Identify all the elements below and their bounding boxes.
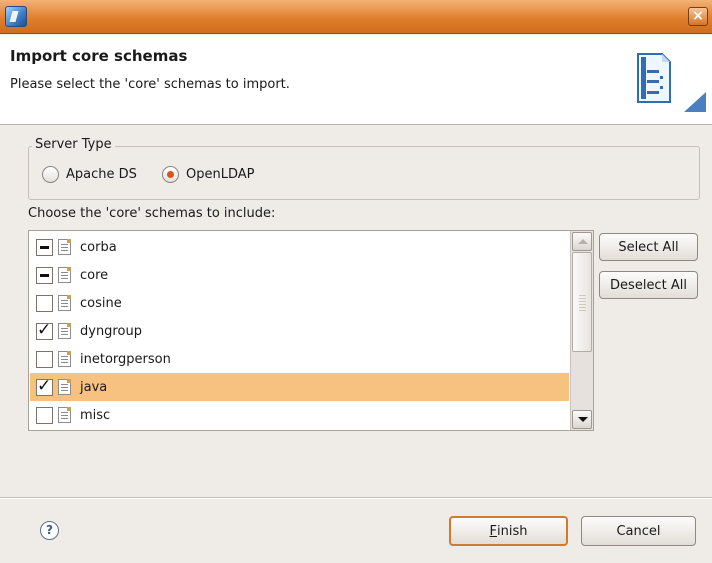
schema-file-icon	[58, 239, 71, 255]
radio-label: Apache DS	[66, 167, 137, 182]
checkbox[interactable]	[36, 294, 53, 312]
schema-name: java	[80, 379, 108, 395]
list-scrollbar[interactable]	[570, 231, 593, 430]
page-title: Import core schemas	[10, 47, 188, 65]
radio-openldap[interactable]: OpenLDAP	[162, 166, 254, 183]
page-description: Please select the 'core' schemas to impo…	[10, 77, 290, 92]
list-item[interactable]: inetorgperson	[30, 345, 569, 373]
schemas-label: Choose the 'core' schemas to include:	[28, 206, 276, 221]
schema-name: core	[80, 267, 109, 283]
schema-file-icon	[58, 323, 71, 339]
select-all-button[interactable]: Select All	[599, 233, 698, 261]
cancel-button[interactable]: Cancel	[581, 516, 696, 546]
scroll-up-button[interactable]	[572, 232, 592, 251]
list-item[interactable]: cosine	[30, 289, 569, 317]
checkbox[interactable]	[36, 406, 53, 424]
list-item[interactable]: java	[30, 373, 569, 401]
radio-label: OpenLDAP	[186, 167, 255, 182]
list-item[interactable]: corba	[30, 233, 569, 261]
footer-divider	[0, 497, 712, 499]
radio-apache-ds[interactable]: Apache DS	[42, 166, 137, 183]
checkbox[interactable]	[36, 376, 53, 396]
radio-button[interactable]	[162, 166, 179, 183]
help-icon[interactable]: ?	[40, 521, 59, 540]
checkbox[interactable]	[36, 350, 53, 368]
wizard-document-icon	[637, 53, 706, 112]
server-type-legend: Server Type	[32, 137, 115, 152]
close-button[interactable]: ×	[688, 7, 708, 26]
finish-mnemonic: F	[489, 523, 497, 539]
app-window-icon	[5, 6, 27, 27]
deselect-all-button[interactable]: Deselect All	[599, 271, 698, 299]
schema-name: misc	[80, 407, 111, 423]
finish-label: inish	[497, 523, 528, 539]
schema-name: corba	[80, 239, 117, 255]
checkbox[interactable]	[36, 320, 53, 340]
schema-file-icon	[58, 379, 71, 395]
list-item[interactable]: core	[30, 261, 569, 289]
schema-file-icon	[58, 407, 71, 423]
checkbox[interactable]	[36, 266, 53, 284]
list-item[interactable]: dyngroup	[30, 317, 569, 345]
window-titlebar: ×	[0, 0, 712, 34]
schema-file-icon	[58, 267, 71, 283]
schema-name: dyngroup	[80, 323, 142, 339]
radio-button[interactable]	[42, 166, 59, 183]
scroll-thumb[interactable]	[572, 252, 592, 352]
finish-button[interactable]: Finish	[449, 516, 568, 546]
checkbox[interactable]	[36, 238, 53, 256]
schema-file-icon	[58, 351, 71, 367]
scroll-down-button[interactable]	[572, 410, 592, 429]
wizard-banner: Import core schemas Please select the 'c…	[0, 35, 712, 125]
schema-name: inetorgperson	[80, 351, 171, 367]
schema-file-icon	[58, 295, 71, 311]
list-item[interactable]: misc	[30, 401, 569, 429]
schema-list[interactable]: corba core cosine dyngroup inetorgperson…	[28, 230, 594, 431]
schema-name: cosine	[80, 295, 122, 311]
